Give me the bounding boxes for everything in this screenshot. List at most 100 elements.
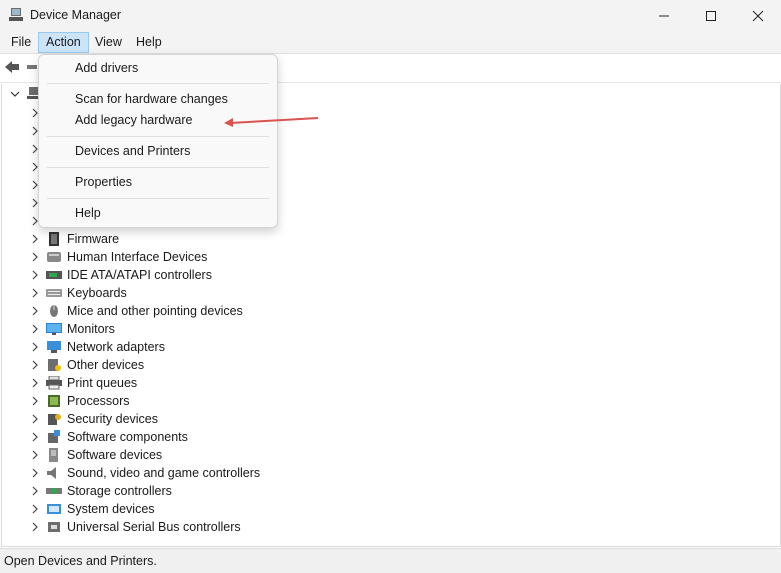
storage-controller-icon (46, 488, 62, 494)
chevron-right-icon[interactable] (30, 360, 40, 370)
forward-arrow-icon[interactable] (26, 62, 38, 72)
tree-row-hidden[interactable] (2, 194, 40, 212)
menu-item-properties[interactable]: Properties (39, 169, 277, 195)
menu-item-label: Add drivers (75, 61, 139, 75)
tree-row-label: Security devices (67, 412, 159, 426)
minimize-button[interactable] (641, 0, 687, 31)
tree-row[interactable]: Other devices (2, 356, 144, 374)
chevron-right-icon[interactable] (30, 378, 40, 388)
tree-row-label: Network adapters (67, 340, 165, 354)
tree-row[interactable]: Print queues (2, 374, 137, 392)
tree-row-hidden[interactable] (2, 104, 40, 122)
chevron-down-icon[interactable] (10, 89, 20, 99)
chevron-right-icon[interactable] (30, 504, 40, 514)
other-devices-icon (48, 359, 61, 371)
tree-row-hidden[interactable] (2, 140, 40, 158)
tree-row-hidden[interactable] (2, 212, 40, 230)
menu-separator (47, 198, 269, 199)
tree-row-label: Processors (67, 394, 130, 408)
chevron-right-icon[interactable] (30, 270, 40, 280)
menu-item-add-drivers[interactable]: Add drivers (39, 55, 277, 81)
tree-row-label: Keyboards (67, 286, 127, 300)
title-bar: Device Manager (0, 0, 781, 31)
chevron-right-icon[interactable] (30, 432, 40, 442)
tree-row[interactable]: Monitors (2, 320, 115, 338)
back-arrow-icon[interactable] (4, 60, 20, 74)
tree-row[interactable]: Universal Serial Bus controllers (2, 518, 241, 536)
menu-separator (47, 83, 269, 84)
menu-item-label: Properties (75, 175, 132, 189)
chevron-right-icon[interactable] (30, 522, 40, 532)
chevron-right-icon[interactable] (30, 396, 40, 406)
tree-row-label: IDE ATA/ATAPI controllers (67, 268, 212, 282)
status-text: Open Devices and Printers. (4, 554, 157, 568)
tree-row-label: Firmware (67, 232, 120, 246)
minimize-icon (659, 15, 669, 16)
keyboard-icon (46, 289, 62, 297)
close-button[interactable] (735, 0, 781, 31)
tree-row-label: Other devices (67, 358, 145, 372)
close-icon (752, 10, 764, 21)
tree-row-label: Storage controllers (67, 484, 172, 498)
processor-icon (48, 395, 60, 407)
chevron-right-icon[interactable] (30, 234, 40, 244)
chevron-right-icon[interactable] (30, 306, 40, 316)
menu-item-devices-printers[interactable]: Devices and Printers (39, 138, 277, 164)
tree-row-hidden[interactable] (2, 158, 40, 176)
tree-row-label: Mice and other pointing devices (67, 304, 243, 318)
tree-row[interactable]: Software devices (2, 446, 162, 464)
tree-row[interactable]: Software components (2, 428, 188, 446)
speaker-icon (47, 467, 56, 479)
menu-item-help[interactable]: Help (39, 200, 277, 226)
firmware-icon (49, 232, 59, 246)
tree-row-label: Print queues (67, 376, 138, 390)
tree-row[interactable]: IDE ATA/ATAPI controllers (2, 266, 212, 284)
chevron-right-icon[interactable] (30, 450, 40, 460)
tree-row-label: Software components (67, 430, 188, 444)
ide-controller-icon (46, 271, 62, 279)
tree-row-hidden[interactable] (2, 122, 40, 140)
action-menu: Add drivers Scan for hardware changes Ad… (38, 54, 278, 228)
security-device-icon (48, 414, 61, 425)
software-component-icon (48, 430, 60, 443)
status-bar: Open Devices and Printers. (0, 548, 781, 573)
menu-file[interactable]: File (4, 33, 38, 52)
printer-icon (46, 376, 62, 390)
tree-row[interactable]: System devices (2, 500, 155, 518)
usb-icon (48, 522, 60, 532)
tree-row[interactable]: Network adapters (2, 338, 165, 356)
mouse-icon (50, 305, 58, 317)
menu-item-label: Help (75, 206, 101, 220)
tree-row-label: Sound, video and game controllers (67, 466, 261, 480)
chevron-right-icon[interactable] (30, 486, 40, 496)
tree-row[interactable]: Keyboards (2, 284, 127, 302)
menu-view[interactable]: View (88, 33, 129, 52)
menu-item-label: Devices and Printers (75, 144, 191, 158)
chevron-right-icon[interactable] (30, 252, 40, 262)
chevron-right-icon[interactable] (30, 468, 40, 478)
menu-help[interactable]: Help (129, 33, 169, 52)
tree-row[interactable]: Sound, video and game controllers (2, 464, 260, 482)
chevron-right-icon[interactable] (30, 414, 40, 424)
chevron-right-icon[interactable] (30, 288, 40, 298)
chevron-right-icon[interactable] (30, 324, 40, 334)
menu-action[interactable]: Action (38, 32, 89, 53)
maximize-button[interactable] (688, 0, 734, 31)
menu-separator (47, 167, 269, 168)
tree-row[interactable]: Human Interface Devices (2, 248, 207, 266)
annotation-arrow-icon (224, 117, 319, 127)
menu-item-label: Add legacy hardware (75, 113, 193, 127)
tree-row[interactable]: Firmware (2, 230, 119, 248)
tree-row-label: Monitors (67, 322, 115, 336)
tree-row[interactable]: Storage controllers (2, 482, 172, 500)
software-device-icon (49, 448, 58, 462)
hid-icon (47, 252, 61, 262)
tree-row-label: System devices (67, 502, 155, 516)
tree-row[interactable]: Processors (2, 392, 130, 410)
device-manager-app-icon (9, 8, 23, 21)
tree-row-hidden[interactable] (2, 176, 40, 194)
chevron-right-icon[interactable] (30, 342, 40, 352)
window-title: Device Manager (30, 8, 122, 22)
tree-row[interactable]: Security devices (2, 410, 158, 428)
tree-row[interactable]: Mice and other pointing devices (2, 302, 243, 320)
